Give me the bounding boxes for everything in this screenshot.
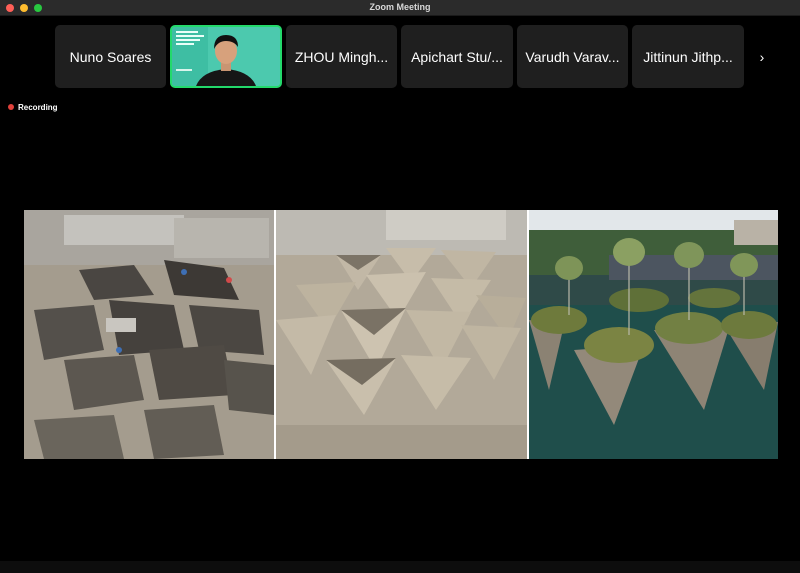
meeting-controls-bar [0, 561, 800, 573]
construction-photo [24, 210, 274, 459]
chevron-right-icon: › [759, 49, 765, 65]
recording-dot-icon [8, 104, 14, 110]
participant-tile[interactable]: Nuno Soares [55, 25, 166, 88]
participant-name: ZHOU Mingh... [294, 48, 389, 65]
participant-tile[interactable]: Jittinun Jithp... [632, 25, 744, 88]
participant-name: Nuno Soares [69, 48, 152, 65]
next-participants-button[interactable]: › [754, 47, 770, 67]
participant-tile[interactable]: ZHOU Mingh... [286, 25, 397, 88]
recording-label: Recording [18, 102, 58, 112]
active-speaker-video-tile[interactable] [170, 25, 282, 88]
participant-video [172, 27, 280, 86]
participant-strip: Nuno Soares ZHOU Mingh... Apichart Stu/.… [0, 16, 800, 98]
shared-screen [24, 210, 778, 459]
planted-canopy-photo [529, 210, 778, 459]
participant-tile[interactable]: Apichart Stu/... [401, 25, 513, 88]
recording-indicator[interactable]: Recording [8, 102, 58, 112]
participant-name: Apichart Stu/... [411, 48, 503, 65]
concrete-forms-photo [276, 210, 527, 459]
window-title: Zoom Meeting [369, 2, 431, 12]
title-bar: Zoom Meeting [0, 0, 800, 16]
participant-name: Jittinun Jithp... [643, 48, 733, 65]
participant-tile[interactable]: Varudh Varav... [517, 25, 628, 88]
participant-name: Varudh Varav... [525, 48, 620, 65]
